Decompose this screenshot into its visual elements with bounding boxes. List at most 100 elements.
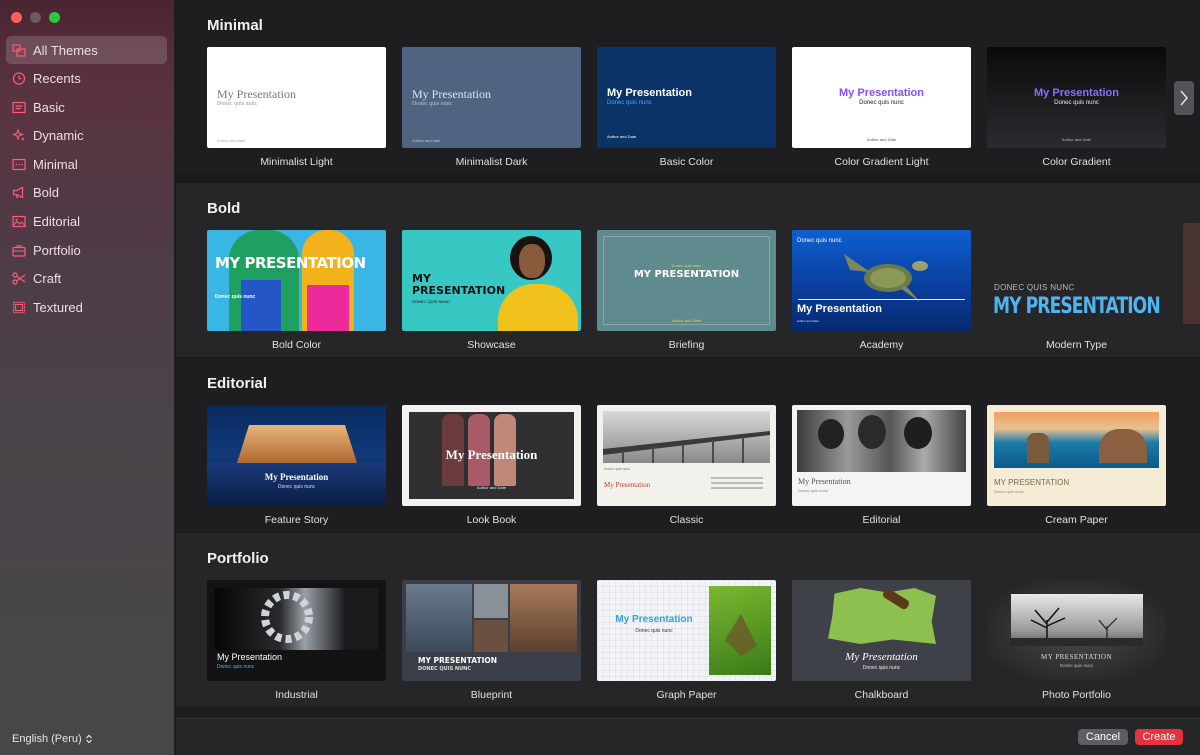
sidebar-item-label: Basic: [33, 99, 65, 115]
sidebar-item-basic[interactable]: Basic: [6, 93, 167, 121]
sidebar-item-craft[interactable]: Craft: [6, 265, 167, 293]
theme-name: Showcase: [467, 339, 516, 351]
scroll-next-button[interactable]: [1174, 81, 1194, 115]
theme-name: Minimalist Light: [260, 156, 333, 168]
theme-name: Look Book: [466, 514, 517, 526]
sidebar-item-all-themes[interactable]: All Themes: [6, 36, 167, 64]
sidebar-item-label: All Themes: [33, 42, 98, 58]
sidebar-item-bold[interactable]: Bold: [6, 179, 167, 207]
sidebar-item-dynamic[interactable]: Dynamic: [6, 122, 167, 150]
thumb-title: My Presentation: [1034, 87, 1119, 99]
thumb-title: My Presentation: [217, 87, 296, 101]
theme-graph-paper[interactable]: My Presentation Donec quis nunc Graph Pa…: [597, 580, 776, 701]
theme-name: Color Gradient: [1042, 156, 1111, 168]
theme-minimalist-light[interactable]: My Presentation Donec quis nunc Author a…: [207, 47, 386, 168]
minimize-window-button[interactable]: [30, 12, 41, 23]
theme-thumbnail: Donec quis nunc MY PRESENTATION Author a…: [597, 230, 776, 331]
theme-look-book[interactable]: My Presentation Author and Date Look Boo…: [402, 405, 581, 526]
theme-modern-type[interactable]: DONEC QUIS NUNC MY PRESENTATION Modern T…: [987, 230, 1166, 351]
theme-name: Briefing: [668, 339, 705, 351]
window-controls: [11, 12, 60, 23]
theme-color-gradient[interactable]: My Presentation Donec quis nunc Author a…: [987, 47, 1166, 168]
house-photo-3: [474, 620, 508, 652]
sidebar-item-label: Craft: [33, 271, 62, 287]
house-photo-4: [510, 584, 577, 652]
theme-basic-color[interactable]: My Presentation Donec quis nunc Author a…: [597, 47, 776, 168]
theme-classic[interactable]: Donec quis nunc My Presentation Classic: [597, 405, 776, 526]
thumb-title: MY PRESENTATION: [215, 254, 366, 272]
theme-industrial[interactable]: My Presentation Donec quis nunc Industri…: [207, 580, 386, 701]
zoom-window-button[interactable]: [49, 12, 60, 23]
theme-blueprint[interactable]: MY PRESENTATION DONEC QUIS NUNC Blueprin…: [402, 580, 581, 701]
theme-thumbnail: My Presentation Donec quis nunc: [207, 405, 386, 506]
theme-bold-color[interactable]: MY PRESENTATION Donec quis nunc Bold Col…: [207, 230, 386, 351]
basic-icon: [12, 101, 26, 114]
face-3: [904, 417, 932, 449]
theme-thumbnail: MY PRESENTATION Donec quis nunc: [987, 580, 1166, 681]
thumb-title: MY PRESENTATION: [993, 294, 1161, 319]
thumb-title: MY PRESENTATION: [1040, 653, 1113, 661]
theme-feature-story[interactable]: My Presentation Donec quis nunc Feature …: [207, 405, 386, 526]
thumb-title: My Presentation: [445, 447, 538, 462]
cancel-button[interactable]: Cancel: [1078, 729, 1128, 745]
section-title: Portfolio: [207, 550, 269, 567]
chevron-right-icon: [1180, 90, 1188, 106]
section-minimal: Minimal My Presentation Donec quis nunc …: [176, 0, 1200, 174]
sidebar-item-label: Bold: [33, 185, 60, 201]
thumb-subtitle: Donec quis nunc: [607, 100, 652, 106]
theme-editorial[interactable]: My Presentation Donec quis nunc Editoria…: [792, 405, 971, 526]
language-selector[interactable]: English (Peru): [12, 733, 93, 745]
sidebar-item-recents[interactable]: Recents: [6, 65, 167, 93]
theme-minimalist-dark[interactable]: My Presentation Donec quis nunc Author a…: [402, 47, 581, 168]
theme-briefing[interactable]: Donec quis nunc MY PRESENTATION Author a…: [597, 230, 776, 351]
create-button[interactable]: Create: [1135, 729, 1183, 745]
thumb-title: My Presentation: [604, 481, 651, 489]
theme-name: Graph Paper: [656, 689, 717, 701]
section-title: Minimal: [207, 17, 263, 34]
next-theme-peek: [1183, 223, 1200, 324]
sidebar-item-minimal[interactable]: Minimal: [6, 150, 167, 178]
theme-academy[interactable]: Donec quis nunc My Presentation Author a…: [792, 230, 971, 351]
theme-photo-portfolio[interactable]: MY PRESENTATION Donec quis nunc Photo Po…: [987, 580, 1166, 701]
theme-color-gradient-light[interactable]: My Presentation Donec quis nunc Author a…: [792, 47, 971, 168]
megaphone-icon: [12, 186, 26, 199]
section-next-peek: [176, 707, 1200, 718]
thumb-author: Author and Date: [476, 485, 507, 490]
person-pink-pants: [307, 285, 349, 331]
sidebar-item-editorial[interactable]: Editorial: [6, 208, 167, 236]
theme-thumbnail: My Presentation Donec quis nunc Author a…: [987, 47, 1166, 148]
sidebar-item-label: Editorial: [33, 214, 80, 230]
thumb-subtitle: Donec quis nunc: [1054, 100, 1099, 106]
photo-icon: [12, 215, 26, 228]
theme-category-list: All Themes Recents Basic Dynamic Minimal…: [6, 36, 167, 322]
section-title: Bold: [207, 200, 241, 217]
thumb-body-lines: [711, 477, 763, 479]
theme-thumbnail: MY PRESENTATION DONEC QUIS NUNC: [402, 230, 581, 331]
section-bold: Bold MY PRESENTATION Donec quis nunc Bol…: [176, 183, 1200, 357]
thumb-subtitle: DONEC QUIS NUNC: [994, 283, 1075, 292]
theme-thumbnail: Donec quis nunc My Presentation Author a…: [792, 230, 971, 331]
thumb-subtitle: Donec quis nunc: [635, 628, 673, 634]
thumb-frame: [603, 236, 770, 325]
thumb-title: My Presentation: [798, 477, 851, 486]
sidebar-item-portfolio[interactable]: Portfolio: [6, 236, 167, 264]
theme-cream-paper[interactable]: MY PRESENTATION Donec quis nunc Cream Pa…: [987, 405, 1166, 526]
thumb-title: My Presentation: [607, 87, 692, 99]
theme-name: Editorial: [862, 514, 901, 526]
thumb-subtitle: Donec quis nunc: [412, 101, 453, 107]
sidebar-item-textured[interactable]: Textured: [6, 293, 167, 321]
thumb-author: Author and Date: [1061, 137, 1092, 142]
theme-thumbnail: My Presentation Donec quis nunc Author a…: [792, 47, 971, 148]
theme-showcase[interactable]: MY PRESENTATION DONEC QUIS NUNC Showcase: [402, 230, 581, 351]
briefcase-icon: [12, 244, 26, 257]
thumb-title: MY PRESENTATION: [418, 656, 498, 665]
theme-thumbnail: My Presentation Donec quis nunc: [207, 580, 386, 681]
rock-arch-1: [1027, 433, 1049, 463]
house-photo-1: [406, 584, 472, 652]
thumb-title-line2: PRESENTATION: [412, 284, 506, 297]
sparkle-icon: [12, 129, 26, 142]
dialog-footer: Cancel Create: [176, 718, 1200, 755]
close-window-button[interactable]: [11, 12, 22, 23]
theme-name: Color Gradient Light: [834, 156, 929, 168]
theme-chalkboard[interactable]: My Presentation Donec quis nunc Chalkboa…: [792, 580, 971, 701]
